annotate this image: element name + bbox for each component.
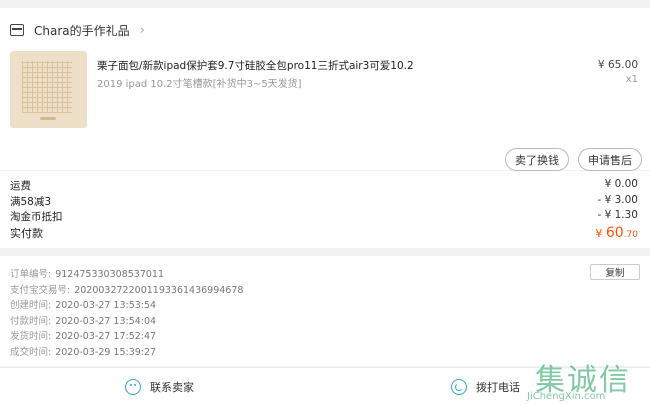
- shop-row[interactable]: Chara的手作礼品 ›: [10, 21, 145, 39]
- shipped-label: 发货时间:: [10, 331, 52, 342]
- paid-decimal: .70: [623, 230, 638, 240]
- shipping-label: 运费: [10, 180, 31, 192]
- paid-label: 实付款: [10, 227, 43, 240]
- done-time-line: 成交时间: 2020-03-29 15:39:27: [10, 344, 156, 358]
- shipped-time: 2020-03-27 17:52:47: [55, 331, 157, 342]
- product-quantity: x1: [625, 74, 638, 85]
- shop-icon: [10, 24, 24, 36]
- alipay-label: 支付宝交易号:: [10, 285, 71, 296]
- alipay-number: 2020032722001193361436994678: [74, 285, 244, 296]
- product-title[interactable]: 栗子面包/新款ipad保护套9.7寸硅胶全包pro11三折式air3可爱10.2: [97, 58, 517, 73]
- order-number-label: 订单编号:: [10, 269, 52, 280]
- taojin-value: - ¥ 1.30: [597, 209, 638, 221]
- paid-time: 2020-03-27 13:54:04: [55, 316, 157, 327]
- copy-button[interactable]: 复制: [590, 264, 640, 280]
- taojin-label: 淘金币抵扣: [10, 211, 63, 223]
- site-watermark: 集诚信 JiChengXin.com: [505, 355, 650, 405]
- paid-integer: 60: [605, 225, 624, 241]
- sell-exchange-button[interactable]: 卖了换钱: [505, 148, 569, 171]
- created-label: 创建时间:: [10, 300, 52, 311]
- thumbnail-pattern: [22, 61, 72, 113]
- contact-seller-label: 联系卖家: [150, 381, 194, 394]
- done-label: 成交时间:: [10, 347, 52, 358]
- order-info-card: 订单编号: 912475330308537011 复制 支付宝交易号: 202003…: [0, 256, 650, 366]
- done-time: 2020-03-29 15:39:27: [55, 347, 157, 358]
- price-summary-card: 运费 ¥ 0.00 满58减3 - ¥ 3.00 淘金币抵扣 - ¥ 1.30 …: [0, 171, 650, 248]
- order-card: Chara的手作礼品 › 栗子面包/新款ipad保护套9.7寸硅胶全包pro11…: [0, 8, 650, 171]
- shop-name[interactable]: Chara的手作礼品: [34, 22, 130, 39]
- after-sale-button[interactable]: 申请售后: [578, 148, 642, 171]
- watermark-url: JiChengXin.com: [527, 391, 606, 402]
- thumbnail-logo: [40, 117, 56, 120]
- paid-row: 实付款 ¥ 60.70: [10, 225, 638, 241]
- coupon-value: - ¥ 3.00: [597, 194, 638, 206]
- paid-time-line: 付款时间: 2020-03-27 13:54:04: [10, 313, 156, 327]
- paid-currency: ¥: [595, 227, 606, 240]
- paid-time-label: 付款时间:: [10, 316, 52, 327]
- product-sku: 2019 ipad 10.2寸笔槽款[补货中3~5天发货]: [97, 79, 302, 90]
- order-number-line: 订单编号: 912475330308537011: [10, 266, 164, 280]
- alipay-line: 支付宝交易号: 2020032722001193361436994678: [10, 282, 243, 296]
- product-price: ¥ 65.00: [597, 59, 638, 71]
- chevron-right-icon: ›: [139, 22, 145, 38]
- shipping-value: ¥ 0.00: [604, 178, 638, 190]
- phone-icon: [451, 379, 467, 395]
- shipped-time-line: 发货时间: 2020-03-27 17:52:47: [10, 328, 156, 342]
- product-thumbnail[interactable]: [10, 51, 87, 128]
- paid-amount: ¥ 60.70: [595, 225, 638, 241]
- taojin-row: 淘金币抵扣 - ¥ 1.30: [10, 209, 638, 224]
- coupon-label: 满58减3: [10, 196, 52, 208]
- shipping-row: 运费 ¥ 0.00: [10, 178, 638, 193]
- order-number: 912475330308537011: [55, 269, 164, 280]
- created-time: 2020-03-27 13:53:54: [55, 300, 157, 311]
- chat-icon: [125, 379, 141, 395]
- coupon-row: 满58减3 - ¥ 3.00: [10, 194, 638, 209]
- contact-seller-button[interactable]: 联系卖家: [125, 368, 194, 405]
- created-time-line: 创建时间: 2020-03-27 13:53:54: [10, 297, 156, 311]
